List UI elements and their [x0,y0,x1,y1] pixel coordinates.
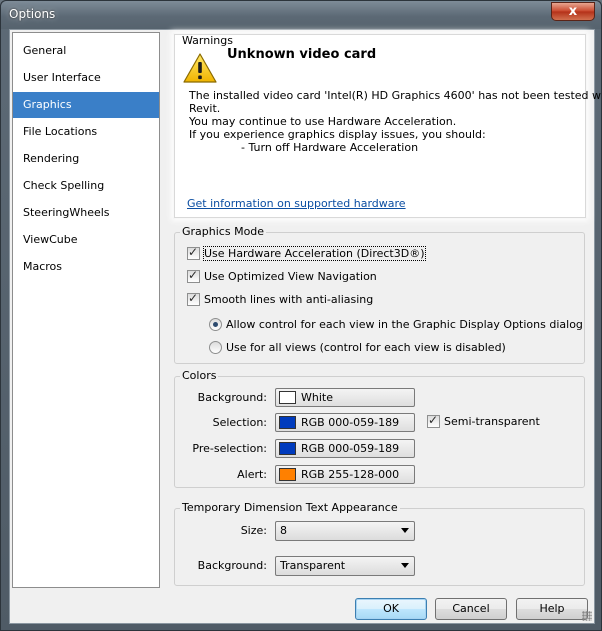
warnings-group-label: Warnings [182,34,233,47]
title-bar[interactable]: Options x [1,1,601,29]
checkmark-icon: ✓ [188,268,199,282]
background-color-value: White [301,391,333,404]
supported-hardware-link[interactable]: Get information on supported hardware [187,197,406,210]
colors-label: Colors [180,369,219,382]
radio-dot [213,322,218,327]
checkmark-icon: ✓ [428,413,439,427]
radio-use-all-views-label: Use for all views (control for each view… [226,341,506,354]
radio-use-all-views[interactable]: Use for all views (control for each view… [209,341,506,354]
sidebar-item-general[interactable]: General [13,38,159,64]
preselection-color-label: Pre-selection: [192,442,267,455]
hardware-acceleration-checkbox[interactable]: ✓ Use Hardware Acceleration (Direct3D®) [187,245,426,261]
alert-color-value: RGB 255-128-000 [301,468,400,481]
color-swatch [279,442,296,455]
selection-color-value: RGB 000-059-189 [301,416,400,429]
cancel-button[interactable]: Cancel [435,598,507,620]
selection-color-button[interactable]: RGB 000-059-189 [275,413,415,432]
warning-line: You may continue to use Hardware Acceler… [189,115,457,128]
sidebar-item-steeringwheels[interactable]: SteeringWheels [13,200,159,226]
colors-group: Colors Background: White Selection: RGB … [174,369,585,488]
alert-color-button[interactable]: RGB 255-128-000 [275,465,415,484]
selection-color-label: Selection: [212,416,267,429]
warnings-panel: Warnings Unknown video card The installe… [174,34,602,218]
text-background-value: Transparent [280,559,346,572]
warning-line: - Turn off Hardware Acceleration [241,141,419,154]
sidebar-item-file-locations[interactable]: File Locations [13,119,159,145]
warning-triangle-icon [183,53,217,83]
ok-button[interactable]: OK [355,598,427,620]
hardware-acceleration-label: Use Hardware Acceleration (Direct3D®) [203,246,426,261]
chevron-down-icon [401,563,409,568]
color-swatch [279,391,296,404]
radio-button-icon [209,318,222,331]
warning-message: The installed video card 'Intel(R) HD Gr… [189,89,602,154]
warning-title: Unknown video card [227,47,377,62]
checkbox-box: ✓ [427,413,440,428]
color-swatch [279,468,296,481]
preselection-color-button[interactable]: RGB 000-059-189 [275,439,415,458]
graphics-mode-label: Graphics Mode [180,225,267,238]
radio-button-icon [209,341,222,354]
temp-dimension-group: Temporary Dimension Text Appearance Size… [174,501,585,586]
optimized-navigation-checkbox[interactable]: ✓ Use Optimized View Navigation [187,268,377,283]
warning-line: If you experience graphics display issue… [189,128,486,141]
smooth-lines-checkbox[interactable]: ✓ Smooth lines with anti-aliasing [187,291,374,306]
sidebar-item-graphics[interactable]: Graphics [13,92,159,118]
dialog-client-area: General User Interface Graphics File Loc… [9,29,602,624]
optimized-navigation-label: Use Optimized View Navigation [204,270,377,283]
semi-transparent-label: Semi-transparent [444,415,540,428]
category-list: General User Interface Graphics File Loc… [12,32,160,588]
warning-line: Revit. [189,102,221,115]
close-icon: x [568,4,578,19]
alert-color-label: Alert: [237,468,267,481]
options-window: Options x General User Interface Graphic… [0,0,602,631]
sidebar-item-user-interface[interactable]: User Interface [13,65,159,91]
checkbox-box: ✓ [187,245,200,260]
help-button[interactable]: Help [516,598,588,620]
sidebar-item-check-spelling[interactable]: Check Spelling [13,173,159,199]
checkmark-icon: ✓ [188,291,199,305]
text-background-dropdown[interactable]: Transparent [275,556,415,576]
background-color-label: Background: [197,391,267,404]
text-background-label: Background: [197,559,267,572]
semi-transparent-checkbox[interactable]: ✓ Semi-transparent [427,413,540,428]
warning-line: The installed video card 'Intel(R) HD Gr… [189,89,602,102]
window-title: Options [9,7,56,21]
sidebar-item-macros[interactable]: Macros [13,254,159,280]
size-label: Size: [240,524,267,537]
size-value: 8 [280,524,287,537]
graphics-mode-group: Graphics Mode ✓ Use Hardware Acceleratio… [174,225,585,364]
chevron-down-icon [401,528,409,533]
checkmark-icon: ✓ [188,245,199,259]
sidebar-item-viewcube[interactable]: ViewCube [13,227,159,253]
background-color-button[interactable]: White [275,388,415,407]
close-button[interactable]: x [551,2,595,21]
resize-grip[interactable] [582,611,592,621]
radio-allow-per-view-label: Allow control for each view in the Graph… [226,318,583,331]
temp-dimension-label: Temporary Dimension Text Appearance [180,501,400,514]
color-swatch [279,416,296,429]
sidebar-item-rendering[interactable]: Rendering [13,146,159,172]
radio-allow-per-view[interactable]: Allow control for each view in the Graph… [209,318,583,331]
checkbox-box: ✓ [187,291,200,306]
preselection-color-value: RGB 000-059-189 [301,442,400,455]
checkbox-box: ✓ [187,268,200,283]
smooth-lines-label: Smooth lines with anti-aliasing [204,293,374,306]
size-dropdown[interactable]: 8 [275,521,415,541]
